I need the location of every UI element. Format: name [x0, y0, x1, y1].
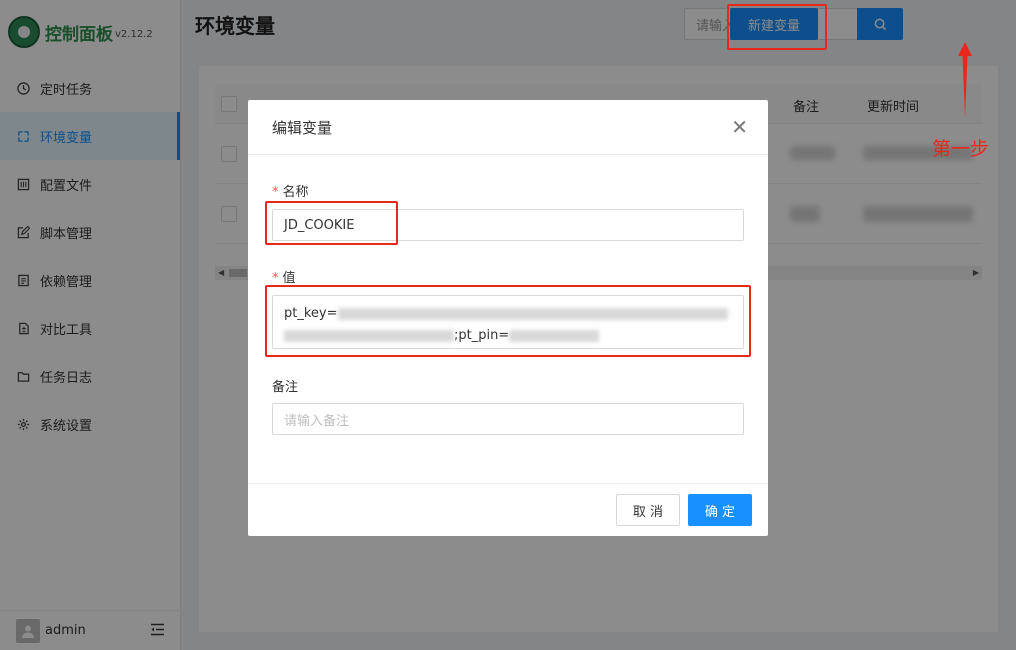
value-label: * 值 — [272, 271, 296, 286]
up-arrow-icon — [958, 42, 972, 118]
confirm-button[interactable]: 确 定 — [688, 494, 752, 526]
modal-header: 编辑变量 — [248, 100, 768, 155]
required-mark: * — [272, 185, 279, 200]
remark-field[interactable]: 请输入备注 — [272, 403, 744, 435]
edit-variable-modal: 编辑变量 ✕ * 名称 JD_COOKIE * 值 pt_key= ;pt_pin=… — [248, 100, 768, 536]
remark-label: 备注 — [272, 380, 299, 395]
new-button-highlight — [727, 4, 827, 50]
name-label: * 名称 — [272, 185, 309, 200]
modal-footer: 取 消 确 定 — [248, 483, 768, 536]
value-highlight — [265, 285, 751, 357]
name-highlight — [265, 201, 398, 245]
modal-title: 编辑变量 — [272, 118, 333, 137]
required-mark: * — [272, 271, 279, 286]
annotation-step-text: 第一步 — [932, 138, 990, 160]
close-icon[interactable]: ✕ — [731, 117, 748, 137]
cancel-button[interactable]: 取 消 — [616, 494, 680, 526]
